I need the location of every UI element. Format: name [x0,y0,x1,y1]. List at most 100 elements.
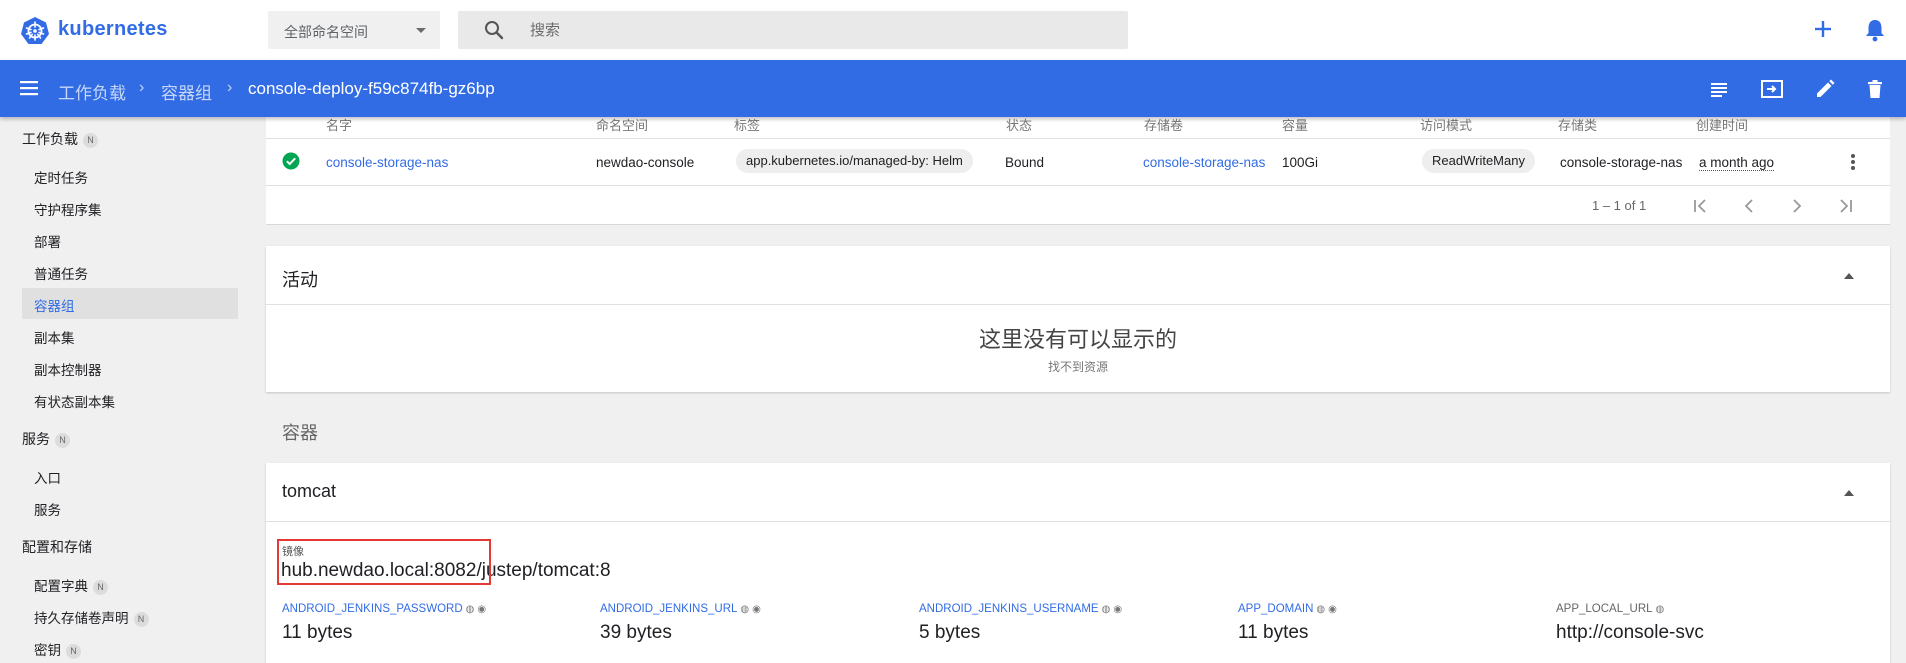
namespace-select-value: 全部命名空间 [284,24,368,40]
env-key: ANDROID_JENKINS_USERNAME ◍ ◉ [919,603,1122,615]
divider [266,304,1890,305]
sidebar-item-replicationcontrollers[interactable]: 副本控制器 [34,359,102,379]
env-key: ANDROID_JENKINS_PASSWORD ◍ ◉ [282,603,486,615]
menu-icon[interactable] [19,78,41,98]
exec-icon[interactable] [1760,78,1784,100]
header-name[interactable]: 名字 [326,117,352,134]
header-status: 状态 [1006,118,1033,133]
divider [266,185,1890,186]
last-page-icon[interactable] [1836,198,1854,214]
env-key: APP_DOMAIN ◍ ◉ [1238,603,1337,615]
eye-icon[interactable]: ◉ [477,604,486,615]
pvc-created: a month ago [1699,155,1775,171]
search-icon [485,21,504,40]
top-bar: kubernetes 全部命名空间 [0,0,1906,60]
new-badge: N [55,433,70,448]
sidebar-section-workloads[interactable]: 工作负载 N [22,129,98,149]
sidebar-item-pvcs[interactable]: 持久存储卷声明 N [34,607,149,627]
env-key-text: APP_LOCAL_URL [1556,603,1653,615]
image-path: /justep/tomcat:8 [476,560,611,581]
pvc-capacity: 100Gi [1282,155,1319,170]
globe-icon: ◍ [465,604,475,615]
sidebar-section-label: 服务 [22,431,50,447]
env-value: 39 bytes [600,622,672,643]
env-key-text: APP_DOMAIN [1238,603,1314,615]
env-key: APP_LOCAL_URL ◍ [1556,603,1664,615]
sidebar-section-services[interactable]: 服务 N [22,429,70,449]
env-value: 5 bytes [919,622,981,643]
sidebar-item-cronjobs[interactable]: 定时任务 [34,167,88,187]
sidebar-item-label: 持久存储卷声明 [34,611,129,626]
env-key-text: ANDROID_JENKINS_PASSWORD [282,603,463,615]
breadcrumb-pods[interactable]: 容器组 [161,79,212,104]
chevron-right-icon: › [227,79,233,96]
namespace-select[interactable]: 全部命名空间 [268,11,440,49]
sidebar-section-config-storage[interactable]: 配置和存储 [22,537,92,557]
sidebar-item-label: 密钥 [34,643,61,658]
header-capacity: 容量 [1282,118,1309,133]
chevron-right-icon: › [139,79,145,96]
globe-icon: ◍ [1655,604,1665,615]
sidebar-item-statefulsets[interactable]: 有状态副本集 [34,391,115,411]
collapse-icon[interactable] [1844,490,1854,496]
activity-title: 活动 [282,270,318,290]
globe-icon: ◍ [1316,604,1326,615]
pagination-range: 1 – 1 of 1 [1592,198,1647,213]
pvc-storage-class: console-storage-nas [1560,155,1683,170]
sidebar-item-label: 配置字典 [34,579,88,594]
pvc-status: Bound [1005,155,1045,170]
divider [266,521,1890,522]
header-namespace: 命名空间 [596,118,649,133]
app-name[interactable]: kubernetes [58,18,168,41]
env-value: 11 bytes [282,622,353,643]
bell-icon[interactable] [1864,18,1886,42]
edit-icon[interactable] [1814,78,1836,100]
kubernetes-logo-icon[interactable] [20,16,50,46]
sidebar-item-replicasets[interactable]: 副本集 [34,327,75,347]
breadcrumb-current: console-deploy-f59c874fb-gz6bp [248,79,495,98]
new-badge: N [93,580,108,595]
header-labels: 标签 [734,118,761,133]
sidebar-item-secrets[interactable]: 密钥 N [34,639,81,659]
container-name: tomcat [282,481,337,501]
sidebar-item-ingresses[interactable]: 入口 [34,467,61,487]
env-value: 11 bytes [1238,622,1309,643]
check-circle-icon [282,152,300,170]
pvc-volume-link[interactable]: console-storage-nas [1143,155,1265,170]
sidebar-item-deployments[interactable]: 部署 [34,231,61,251]
empty-state-title: 这里没有可以显示的 [978,327,1177,352]
sidebar-item-services[interactable]: 服务 [34,499,61,519]
first-page-icon[interactable] [1692,198,1710,214]
search-box [458,11,1128,49]
collapse-icon[interactable] [1844,273,1854,279]
search-input[interactable] [530,19,1090,41]
env-value: http://console-svc [1556,622,1704,643]
delete-icon[interactable] [1864,78,1886,100]
sidebar-item-jobs[interactable]: 普通任务 [34,263,88,283]
next-page-icon[interactable] [1790,198,1804,214]
pvc-namespace: newdao-console [596,155,695,170]
sidebar-section-label: 工作负载 [22,131,78,147]
empty-state-subtitle: 找不到资源 [1047,360,1108,374]
containers-section-title: 容器 [282,423,318,443]
eye-icon[interactable]: ◉ [752,604,761,615]
new-badge: N [66,644,81,659]
plus-icon[interactable] [1812,18,1834,40]
eye-icon[interactable]: ◉ [1328,604,1337,615]
new-badge: N [133,612,149,627]
sidebar-item-configmaps[interactable]: 配置字典 N [34,575,108,595]
sidebar-item-pods[interactable]: 容器组 [34,295,75,315]
prev-page-icon[interactable] [1742,198,1756,214]
sidebar-item-daemonsets[interactable]: 守护程序集 [34,199,102,219]
pvc-name-link[interactable]: console-storage-nas [326,155,448,170]
logs-icon[interactable] [1708,78,1730,100]
more-vert-icon[interactable] [1848,152,1858,172]
env-key-text: ANDROID_JENKINS_USERNAME [919,603,1099,615]
env-key: ANDROID_JENKINS_URL ◍ ◉ [600,603,761,615]
header-created[interactable]: 创建时间 [1696,117,1748,134]
globe-icon: ◍ [740,604,750,615]
header-storage-class: 存储类 [1558,118,1598,133]
eye-icon[interactable]: ◉ [1113,604,1122,615]
header-access-mode: 访问模式 [1420,118,1473,133]
breadcrumb-workloads[interactable]: 工作负载 [58,79,126,104]
